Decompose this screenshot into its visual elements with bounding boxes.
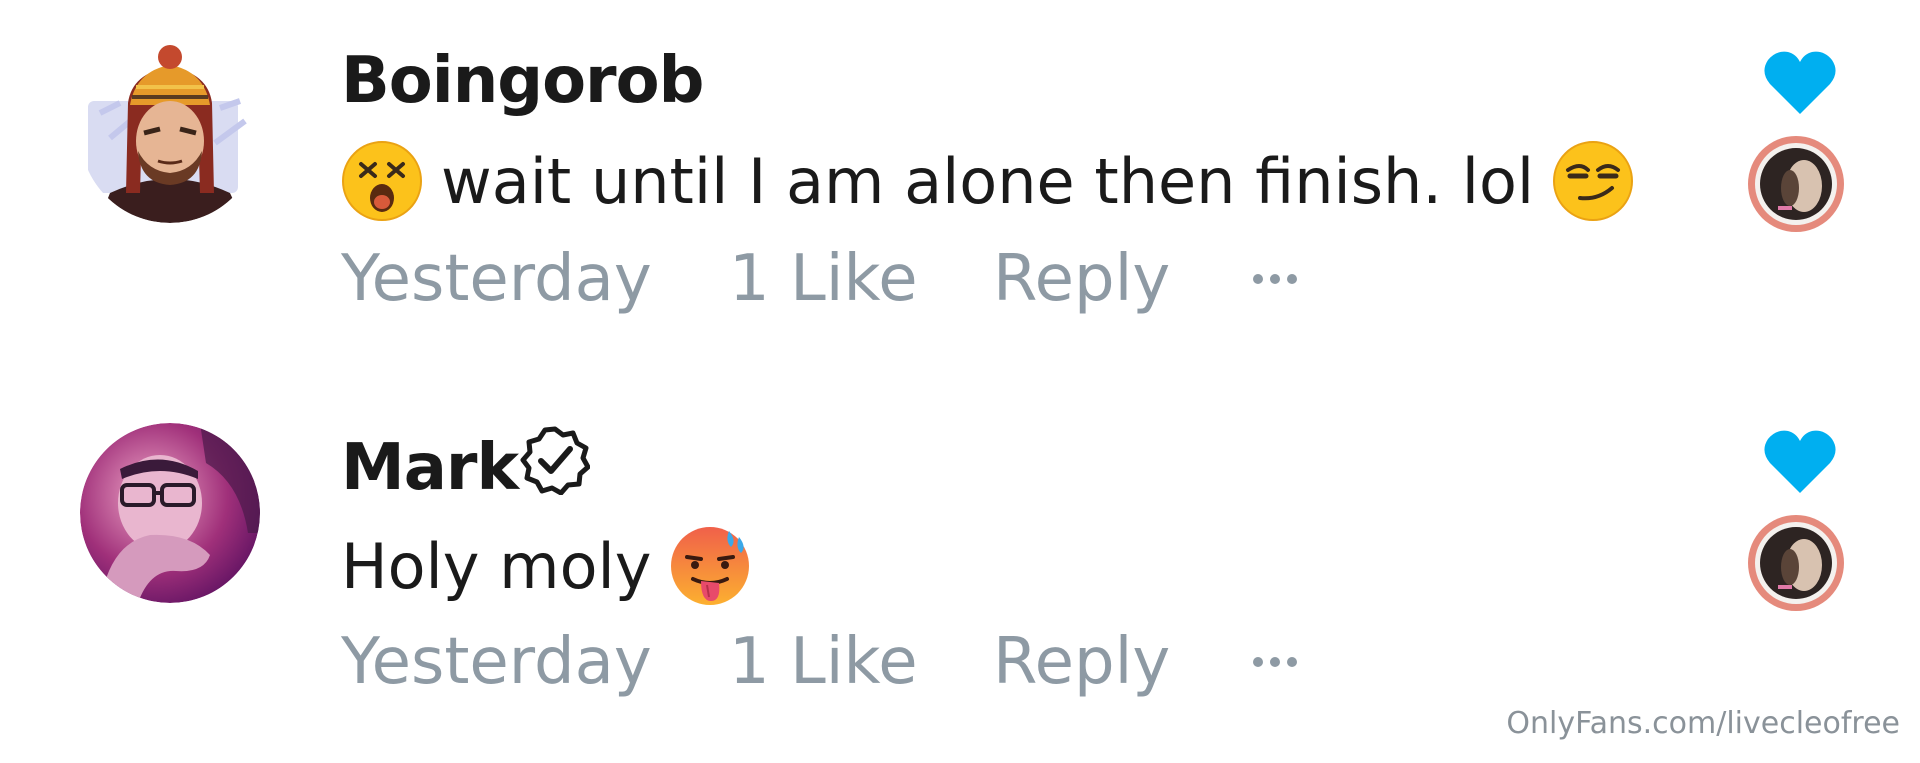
verified-badge-icon xyxy=(520,425,591,511)
more-options-icon[interactable] xyxy=(1253,264,1297,294)
heart-like-icon[interactable] xyxy=(1764,50,1836,116)
username[interactable]: Mark xyxy=(341,425,591,511)
like-count[interactable]: 1 Like xyxy=(729,625,993,699)
username[interactable]: Boingorob xyxy=(341,44,704,118)
avatar[interactable] xyxy=(80,423,260,603)
creator-liked-avatar xyxy=(1748,515,1844,611)
more-options-icon[interactable] xyxy=(1253,647,1297,677)
watermark: OnlyFans.com/livecleofree xyxy=(1506,706,1900,741)
comment-text: wait until I am alone then finish. lol xyxy=(341,140,1634,222)
reply-button[interactable]: Reply xyxy=(993,242,1253,316)
hot-face-emoji-icon xyxy=(669,525,751,607)
reply-button[interactable]: Reply xyxy=(993,625,1253,699)
comment-item: Boingorob wait until I am alone then fin… xyxy=(0,0,1920,330)
timestamp: Yesterday xyxy=(341,625,652,699)
creator-liked-avatar xyxy=(1748,136,1844,232)
comment-text: Holy moly xyxy=(341,525,751,607)
like-count[interactable]: 1 Like xyxy=(729,242,993,316)
comment-meta: Yesterday 1 Like Reply xyxy=(341,242,1297,316)
dizzy-face-emoji-icon xyxy=(341,140,423,222)
avatar[interactable] xyxy=(80,43,260,223)
comment-meta: Yesterday 1 Like Reply xyxy=(341,625,1297,699)
smirking-face-emoji-icon xyxy=(1552,140,1634,222)
heart-like-icon[interactable] xyxy=(1764,429,1836,495)
comment-item: Mark Holy moly Yesterday 1 Like Reply xyxy=(0,383,1920,713)
timestamp: Yesterday xyxy=(341,242,652,316)
